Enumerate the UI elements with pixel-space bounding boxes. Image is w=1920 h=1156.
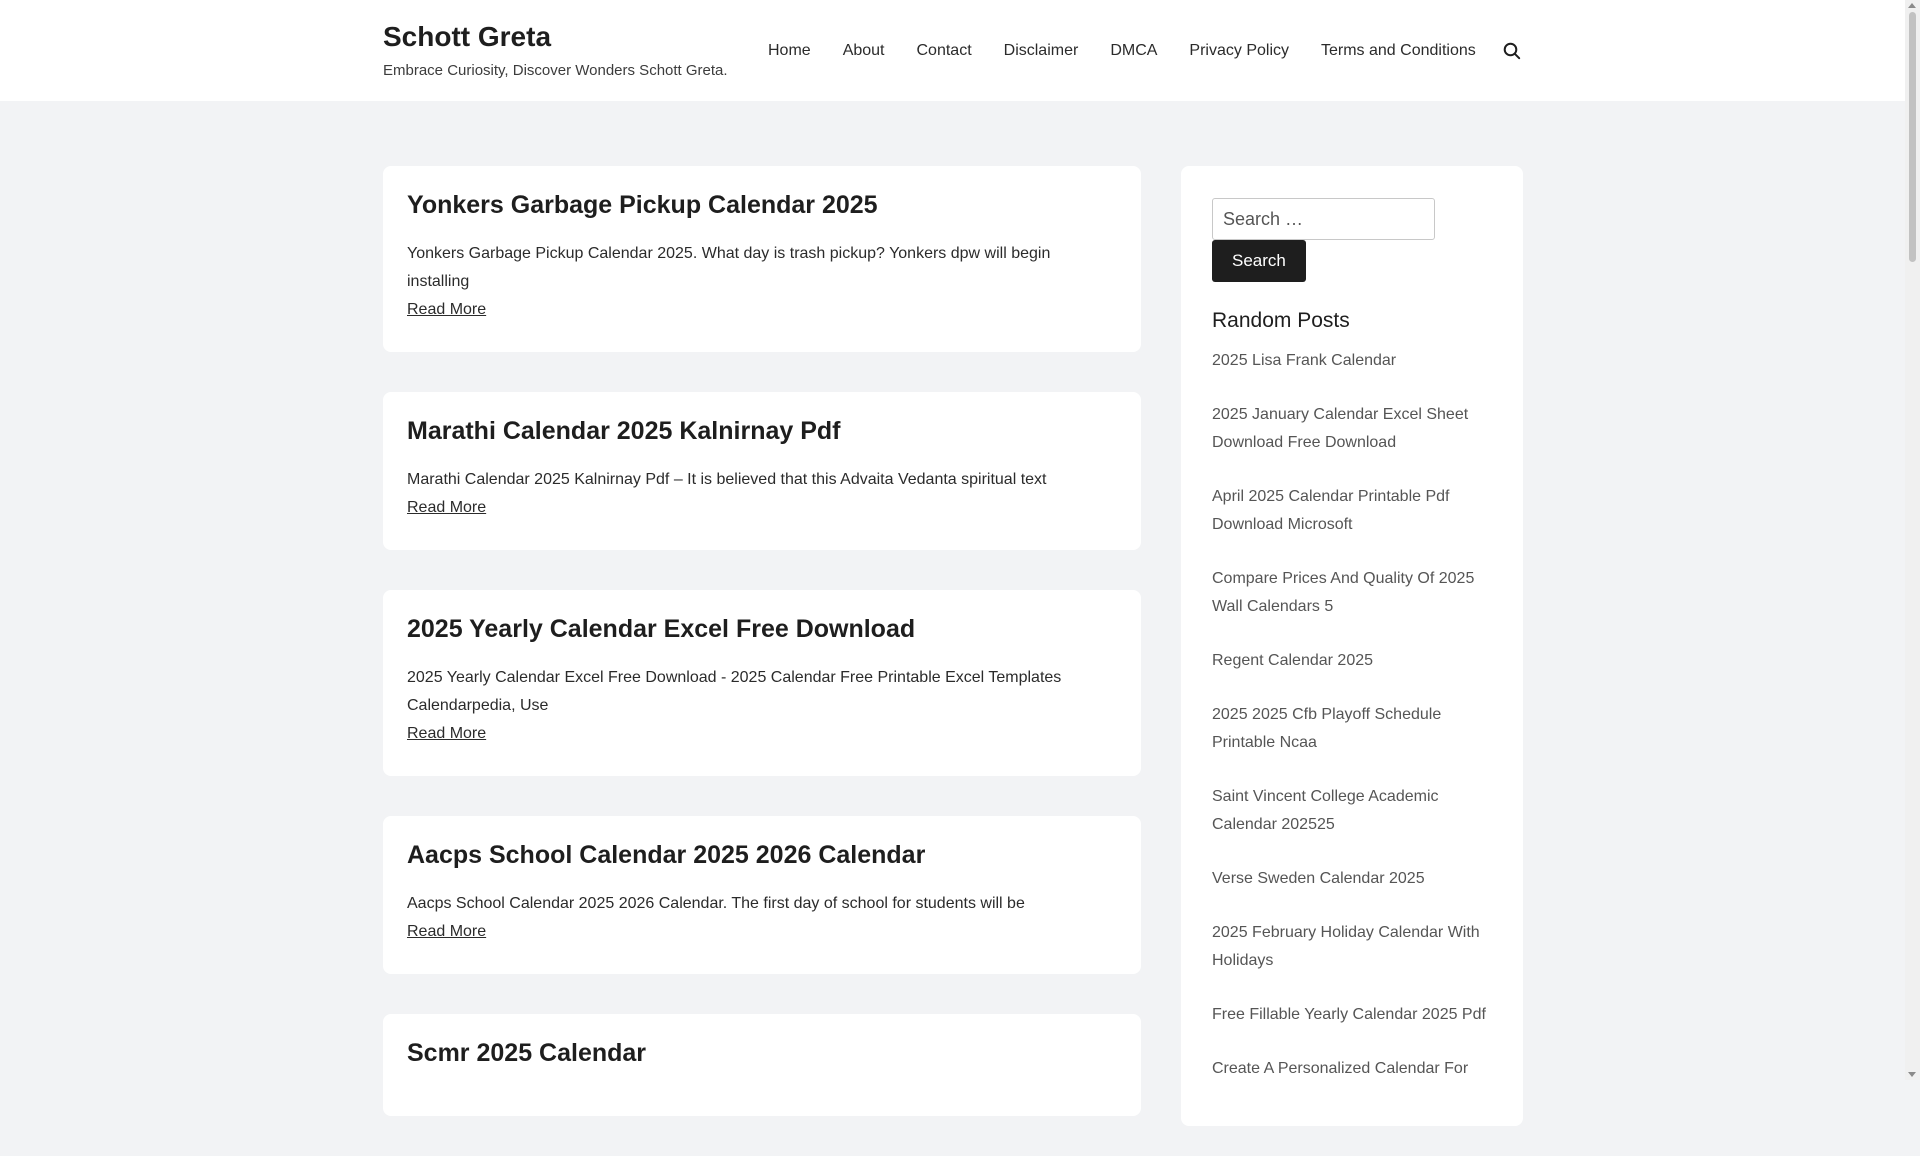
post-title[interactable]: Scmr 2025 Calendar	[407, 1036, 1117, 1070]
nav-privacy-policy[interactable]: Privacy Policy	[1173, 0, 1305, 101]
post-card: Aacps School Calendar 2025 2026 Calendar…	[383, 816, 1141, 974]
random-posts-list: 2025 Lisa Frank Calendar 2025 January Ca…	[1212, 347, 1492, 1083]
search-icon-glyph	[1503, 42, 1520, 59]
post-excerpt: Aacps School Calendar 2025 2026 Calendar…	[407, 895, 1025, 912]
site-branding: Schott Greta Embrace Curiosity, Discover…	[383, 20, 728, 79]
random-post-link[interactable]: 2025 Lisa Frank Calendar	[1212, 347, 1492, 375]
post-title[interactable]: 2025 Yearly Calendar Excel Free Download	[407, 612, 1117, 646]
read-more-link[interactable]: Read More	[407, 720, 486, 748]
random-post-link[interactable]: Create A Personalized Calendar For	[1212, 1055, 1492, 1083]
site-title[interactable]: Schott Greta	[383, 20, 728, 54]
nav-disclaimer[interactable]: Disclaimer	[988, 0, 1095, 101]
post-excerpt: 2025 Yearly Calendar Excel Free Download…	[407, 669, 1062, 714]
nav-terms-and-conditions[interactable]: Terms and Conditions	[1305, 0, 1492, 101]
nav-contact[interactable]: Contact	[901, 0, 988, 101]
post-card: 2025 Yearly Calendar Excel Free Download…	[383, 590, 1141, 776]
random-post-link[interactable]: April 2025 Calendar Printable Pdf Downlo…	[1212, 483, 1492, 539]
post-list: Yonkers Garbage Pickup Calendar 2025 Yon…	[383, 166, 1141, 1156]
search-input[interactable]	[1212, 198, 1435, 240]
random-post-link[interactable]: 2025 February Holiday Calendar With Holi…	[1212, 919, 1492, 975]
nav-dmca[interactable]: DMCA	[1094, 0, 1173, 101]
random-post-link[interactable]: Regent Calendar 2025	[1212, 647, 1492, 675]
post-title[interactable]: Yonkers Garbage Pickup Calendar 2025	[407, 188, 1117, 222]
random-posts-title: Random Posts	[1212, 309, 1350, 332]
site-tagline: Embrace Curiosity, Discover Wonders Scho…	[383, 62, 728, 79]
scroll-up-arrow-icon[interactable]	[1908, 3, 1916, 8]
post-excerpt: Marathi Calendar 2025 Kalnirnay Pdf – It…	[407, 471, 1047, 488]
read-more-link[interactable]: Read More	[407, 494, 486, 522]
post-card: Marathi Calendar 2025 Kalnirnay Pdf Mara…	[383, 392, 1141, 550]
nav-about[interactable]: About	[827, 0, 901, 101]
post-title[interactable]: Marathi Calendar 2025 Kalnirnay Pdf	[407, 414, 1117, 448]
random-post-link[interactable]: Verse Sweden Calendar 2025	[1212, 865, 1492, 893]
post-card: Yonkers Garbage Pickup Calendar 2025 Yon…	[383, 166, 1141, 352]
random-post-link[interactable]: Free Fillable Yearly Calendar 2025 Pdf	[1212, 1001, 1492, 1029]
search-button[interactable]: Search	[1212, 240, 1306, 282]
post-excerpt: Yonkers Garbage Pickup Calendar 2025. Wh…	[407, 245, 1051, 290]
page-scrollbar[interactable]	[1905, 0, 1920, 1080]
site-header: Schott Greta Embrace Curiosity, Discover…	[0, 0, 1905, 101]
random-post-link[interactable]: 2025 2025 Cfb Playoff Schedule Printable…	[1212, 701, 1492, 757]
read-more-link[interactable]: Read More	[407, 918, 486, 946]
random-post-link[interactable]: 2025 January Calendar Excel Sheet Downlo…	[1212, 401, 1492, 457]
random-post-link[interactable]: Compare Prices And Quality Of 2025 Wall …	[1212, 565, 1492, 621]
post-card: Scmr 2025 Calendar	[383, 1014, 1141, 1116]
read-more-link[interactable]: Read More	[407, 296, 486, 324]
scroll-thumb[interactable]	[1909, 12, 1916, 262]
post-title[interactable]: Aacps School Calendar 2025 2026 Calendar	[407, 838, 1117, 872]
nav-home[interactable]: Home	[752, 0, 827, 101]
random-post-link[interactable]: Saint Vincent College Academic Calendar …	[1212, 783, 1492, 839]
sidebar: Search Random Posts 2025 Lisa Frank Cale…	[1181, 166, 1523, 1126]
search-icon[interactable]	[1498, 37, 1526, 65]
main-nav: Home About Contact Disclaimer DMCA Priva…	[752, 0, 1526, 101]
search-form: Search	[1212, 198, 1492, 282]
scroll-down-arrow-icon[interactable]	[1908, 1072, 1916, 1077]
